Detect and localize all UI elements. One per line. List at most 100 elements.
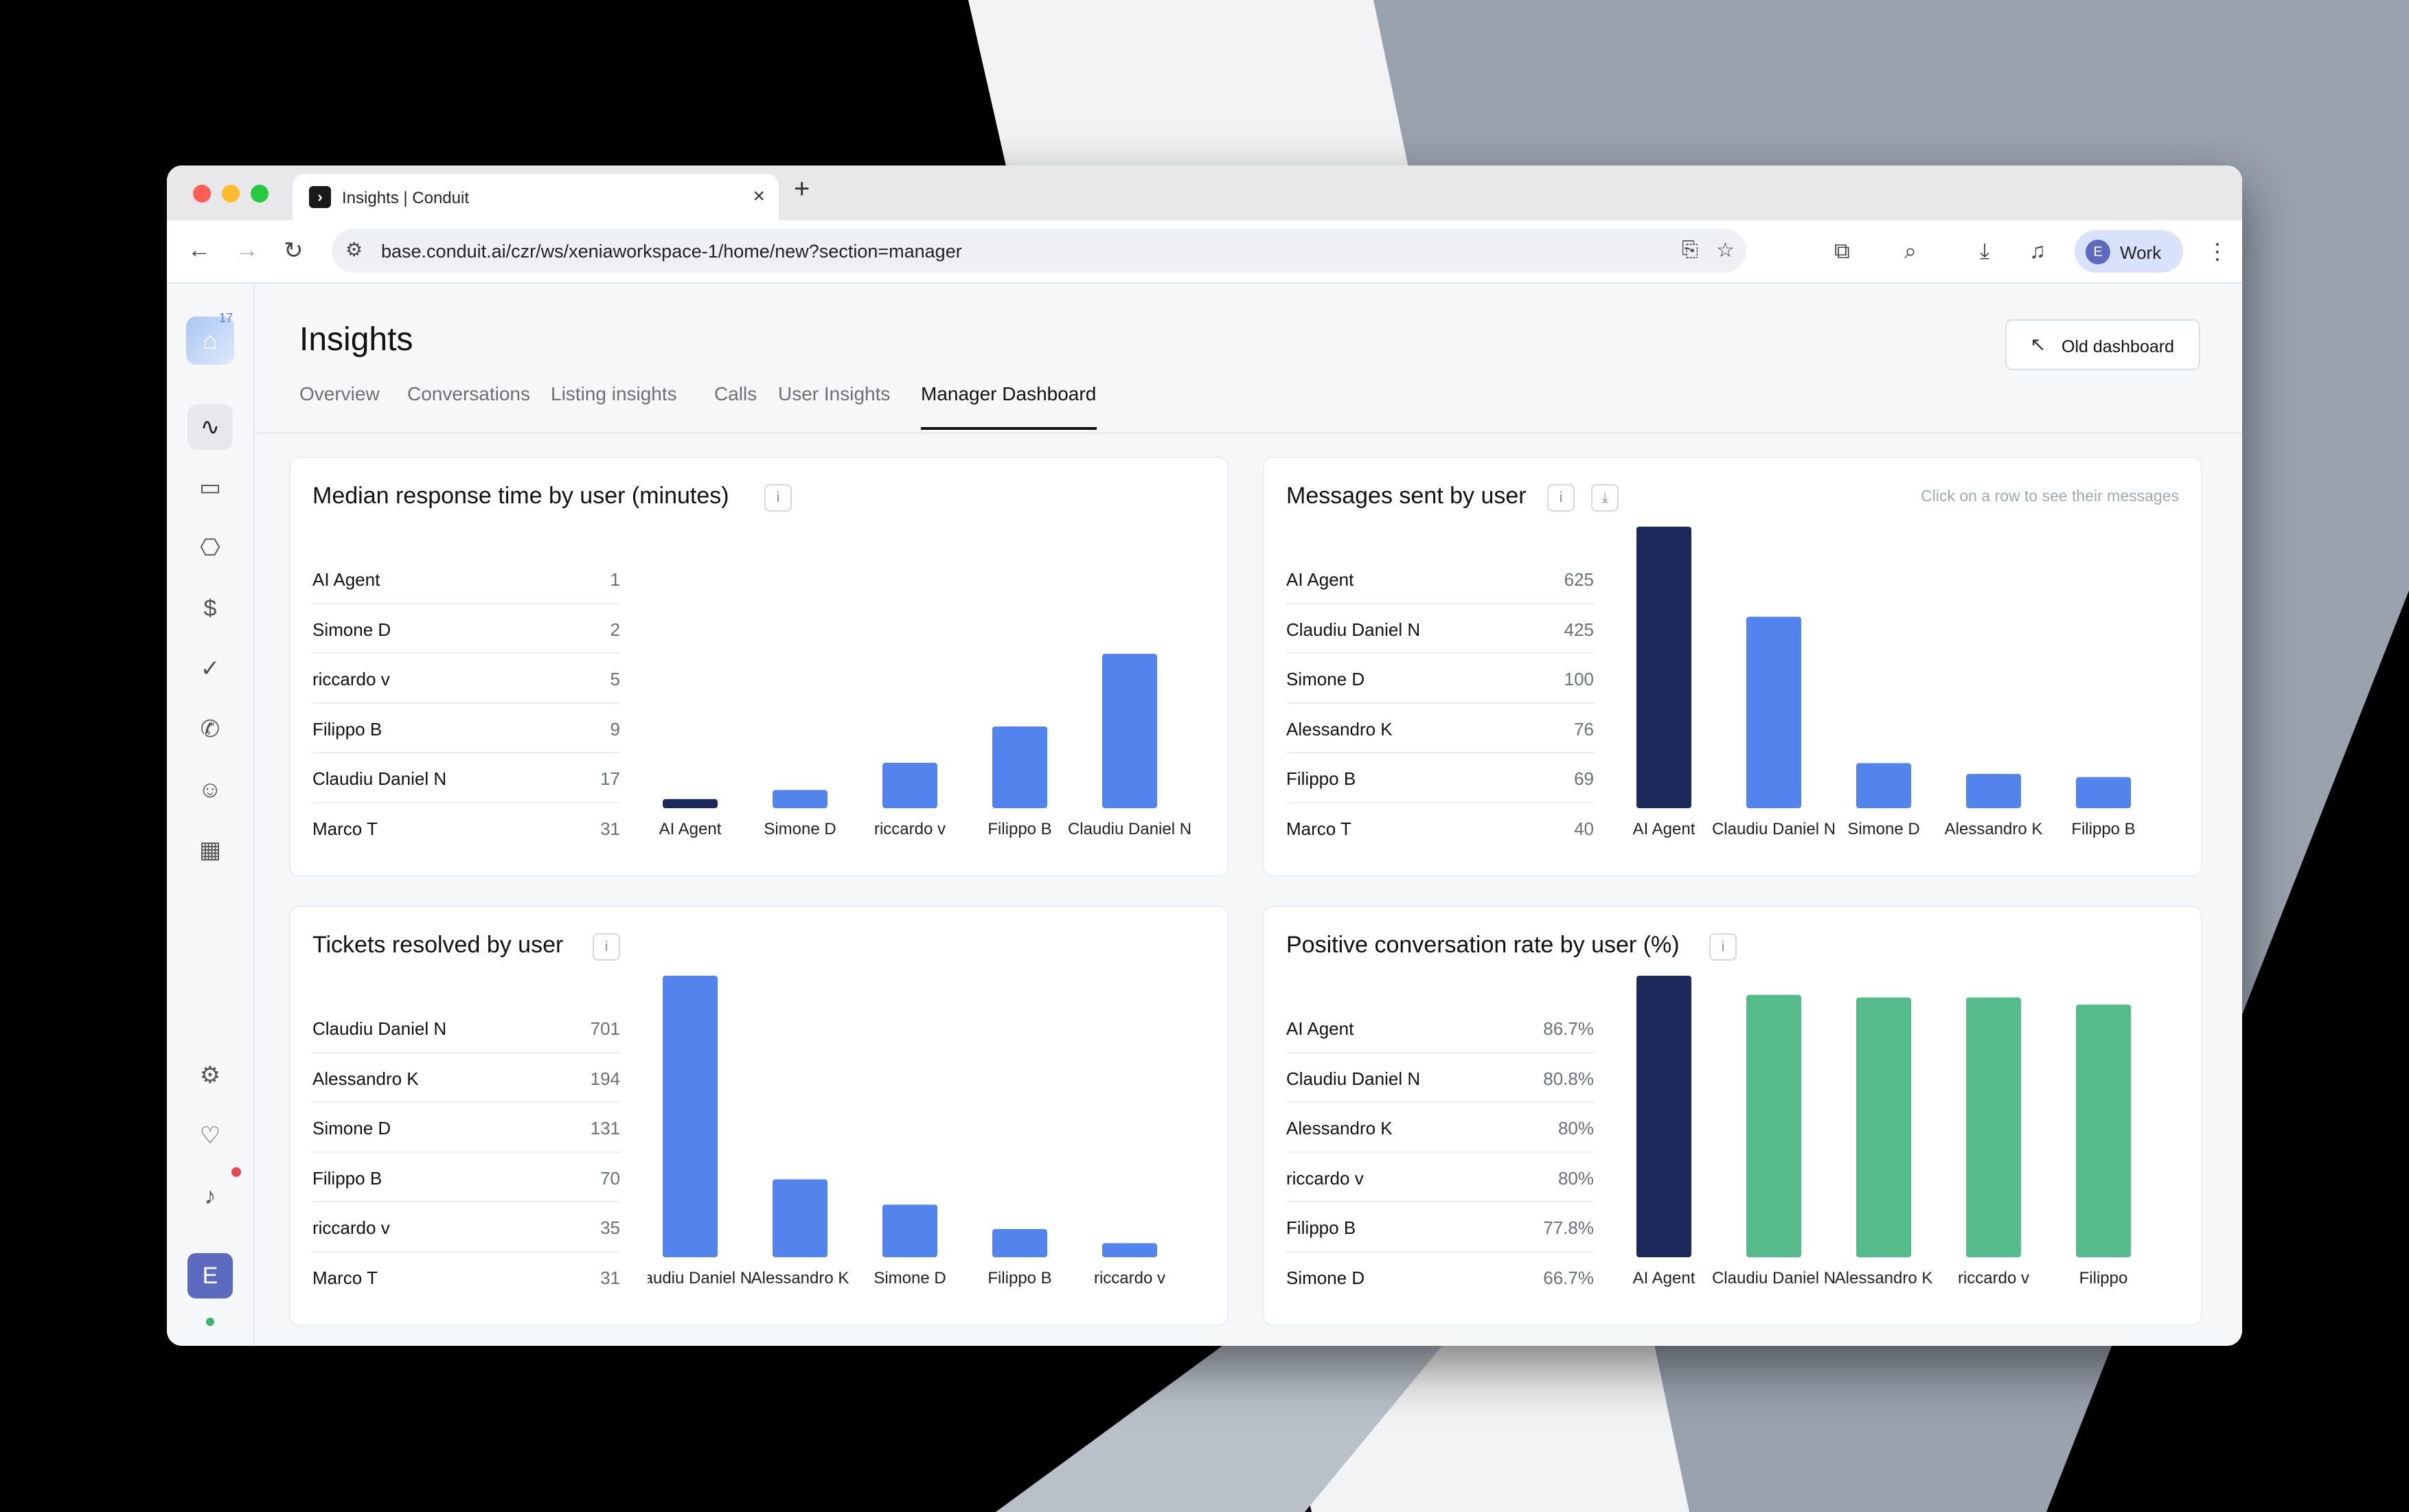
- bar[interactable]: [1966, 774, 2021, 808]
- bar[interactable]: [1636, 976, 1691, 1257]
- bar[interactable]: [1856, 763, 1911, 808]
- bar[interactable]: [663, 976, 718, 1257]
- maximize-window-button[interactable]: [251, 185, 269, 203]
- inbox-icon[interactable]: ▭: [187, 465, 233, 510]
- tab-calls[interactable]: Calls: [714, 383, 757, 405]
- table-row[interactable]: Filippo B 9: [312, 704, 620, 754]
- address-bar[interactable]: ⚙ base.conduit.ai/czr/ws/xeniaworkspace-…: [332, 229, 1746, 273]
- bell-icon[interactable]: ♪: [187, 1173, 233, 1219]
- install-app-icon[interactable]: ⎘: [1682, 238, 1698, 262]
- users-icon[interactable]: ☺: [187, 767, 233, 812]
- ai-icon[interactable]: ⎔: [187, 525, 233, 571]
- table-row[interactable]: riccardo v 80%: [1286, 1153, 1594, 1203]
- phone-icon[interactable]: ✆: [187, 707, 233, 752]
- bar-tick-label: Claudiu Daniel N: [1712, 820, 1836, 838]
- back-arrow-icon[interactable]: ←: [187, 237, 211, 264]
- bar[interactable]: [992, 726, 1047, 808]
- bar-tick-label: Simone D: [1847, 820, 1919, 838]
- bar-tick-label: Alessandro K: [1835, 1269, 1933, 1287]
- bar[interactable]: [882, 762, 937, 808]
- download-icon[interactable]: ⤓: [1591, 484, 1619, 512]
- table-row[interactable]: Claudiu Daniel N 17: [312, 753, 620, 803]
- tasks-check-icon[interactable]: ✓: [187, 646, 233, 691]
- table-row[interactable]: Marco T 31: [312, 803, 620, 854]
- table-row[interactable]: AI Agent 1: [312, 554, 620, 604]
- row-value: 625: [1564, 569, 1594, 590]
- row-name: Claudiu Daniel N: [312, 1018, 447, 1039]
- info-icon[interactable]: i: [764, 484, 792, 512]
- site-settings-icon[interactable]: ⚙: [345, 238, 363, 261]
- close-tab-icon[interactable]: ×: [753, 185, 765, 208]
- media-controls-icon[interactable]: ♫: [2029, 238, 2046, 264]
- bar[interactable]: [1746, 617, 1801, 808]
- table-row[interactable]: Claudiu Daniel N 80.8%: [1286, 1053, 1594, 1103]
- info-icon[interactable]: i: [593, 933, 620, 961]
- old-dashboard-button[interactable]: ↖ Old dashboard: [2005, 319, 2200, 370]
- bar[interactable]: [2076, 777, 2131, 808]
- minimize-window-button[interactable]: [222, 185, 240, 203]
- forward-arrow-icon[interactable]: →: [236, 237, 259, 264]
- bar[interactable]: [992, 1229, 1047, 1257]
- tab-overview[interactable]: Overview: [299, 383, 380, 405]
- bar[interactable]: [663, 799, 718, 808]
- bar[interactable]: [882, 1204, 937, 1257]
- tab-user-insights[interactable]: User Insights: [778, 383, 890, 405]
- bar[interactable]: [1856, 997, 1911, 1257]
- info-icon[interactable]: i: [1547, 484, 1575, 512]
- table-row[interactable]: Filippo B 70: [312, 1153, 620, 1203]
- heart-icon[interactable]: ♡: [187, 1113, 233, 1158]
- tab-conversations[interactable]: Conversations: [407, 383, 530, 405]
- bar[interactable]: [1966, 997, 2021, 1257]
- layout-icon[interactable]: ▦: [187, 827, 233, 873]
- bar[interactable]: [773, 1179, 827, 1257]
- table-row[interactable]: AI Agent 625: [1286, 554, 1594, 604]
- bookmark-star-icon[interactable]: ☆: [1716, 238, 1735, 262]
- table-row[interactable]: Filippo B 69: [1286, 753, 1594, 803]
- info-icon[interactable]: i: [1709, 933, 1737, 961]
- table-row[interactable]: Filippo B 77.8%: [1286, 1202, 1594, 1252]
- table-row[interactable]: riccardo v 5: [312, 654, 620, 704]
- table-row[interactable]: AI Agent 86.7%: [1286, 1003, 1594, 1053]
- bar[interactable]: [773, 790, 827, 808]
- browser-tab[interactable]: › Insights | Conduit ×: [293, 174, 779, 220]
- bar[interactable]: [2076, 1005, 2131, 1257]
- table-row[interactable]: Claudiu Daniel N 701: [312, 1003, 620, 1053]
- table-row[interactable]: Simone D 66.7%: [1286, 1252, 1594, 1303]
- row-value: 76: [1574, 718, 1594, 740]
- user-avatar[interactable]: E: [187, 1253, 233, 1298]
- row-name: Claudiu Daniel N: [1286, 1068, 1421, 1089]
- table-row[interactable]: Claudiu Daniel N 425: [1286, 604, 1594, 654]
- user-list: AI Agent 1 Simone D 2 riccardo v 5 Filippo …: [312, 554, 620, 854]
- bar[interactable]: [1102, 654, 1157, 808]
- row-value: 86.7%: [1543, 1018, 1594, 1039]
- bar[interactable]: [1102, 1243, 1157, 1257]
- bar-tick-label: Claudiu Daniel N: [1068, 820, 1191, 838]
- reload-icon[interactable]: ↻: [284, 237, 304, 264]
- new-tab-button[interactable]: +: [794, 174, 810, 205]
- table-row[interactable]: riccardo v 35: [312, 1202, 620, 1252]
- bar-tick-label: Alessandro K: [751, 1269, 849, 1287]
- table-row[interactable]: Alessandro K 80%: [1286, 1103, 1594, 1153]
- row-value: 77.8%: [1543, 1217, 1594, 1239]
- table-row[interactable]: Simone D 100: [1286, 654, 1594, 704]
- table-row[interactable]: Simone D 2: [312, 604, 620, 654]
- table-row[interactable]: Alessandro K 194: [312, 1053, 620, 1103]
- download-icon[interactable]: ⤓: [1980, 238, 1989, 264]
- tab-listing-insights[interactable]: Listing insights: [551, 383, 677, 405]
- bar[interactable]: [1746, 994, 1801, 1257]
- insights-icon[interactable]: ∿: [187, 404, 233, 450]
- row-value: 31: [600, 1267, 620, 1288]
- table-row[interactable]: Alessandro K 76: [1286, 704, 1594, 754]
- settings-gear-icon[interactable]: ⚙: [187, 1053, 233, 1098]
- browser-menu-icon[interactable]: ⋮: [2206, 238, 2228, 264]
- screen-search-icon[interactable]: ⌕: [1904, 238, 1917, 264]
- table-row[interactable]: Simone D 131: [312, 1103, 620, 1153]
- bar[interactable]: [1636, 527, 1691, 808]
- table-row[interactable]: Marco T 40: [1286, 803, 1594, 854]
- table-row[interactable]: Marco T 31: [312, 1252, 620, 1303]
- billing-icon[interactable]: $: [187, 586, 233, 631]
- close-window-button[interactable]: [193, 185, 211, 203]
- extensions-icon[interactable]: ⧉: [1834, 238, 1850, 264]
- profile-chip[interactable]: E Work: [2075, 230, 2183, 273]
- tab-manager-dashboard[interactable]: Manager Dashboard: [921, 383, 1096, 405]
